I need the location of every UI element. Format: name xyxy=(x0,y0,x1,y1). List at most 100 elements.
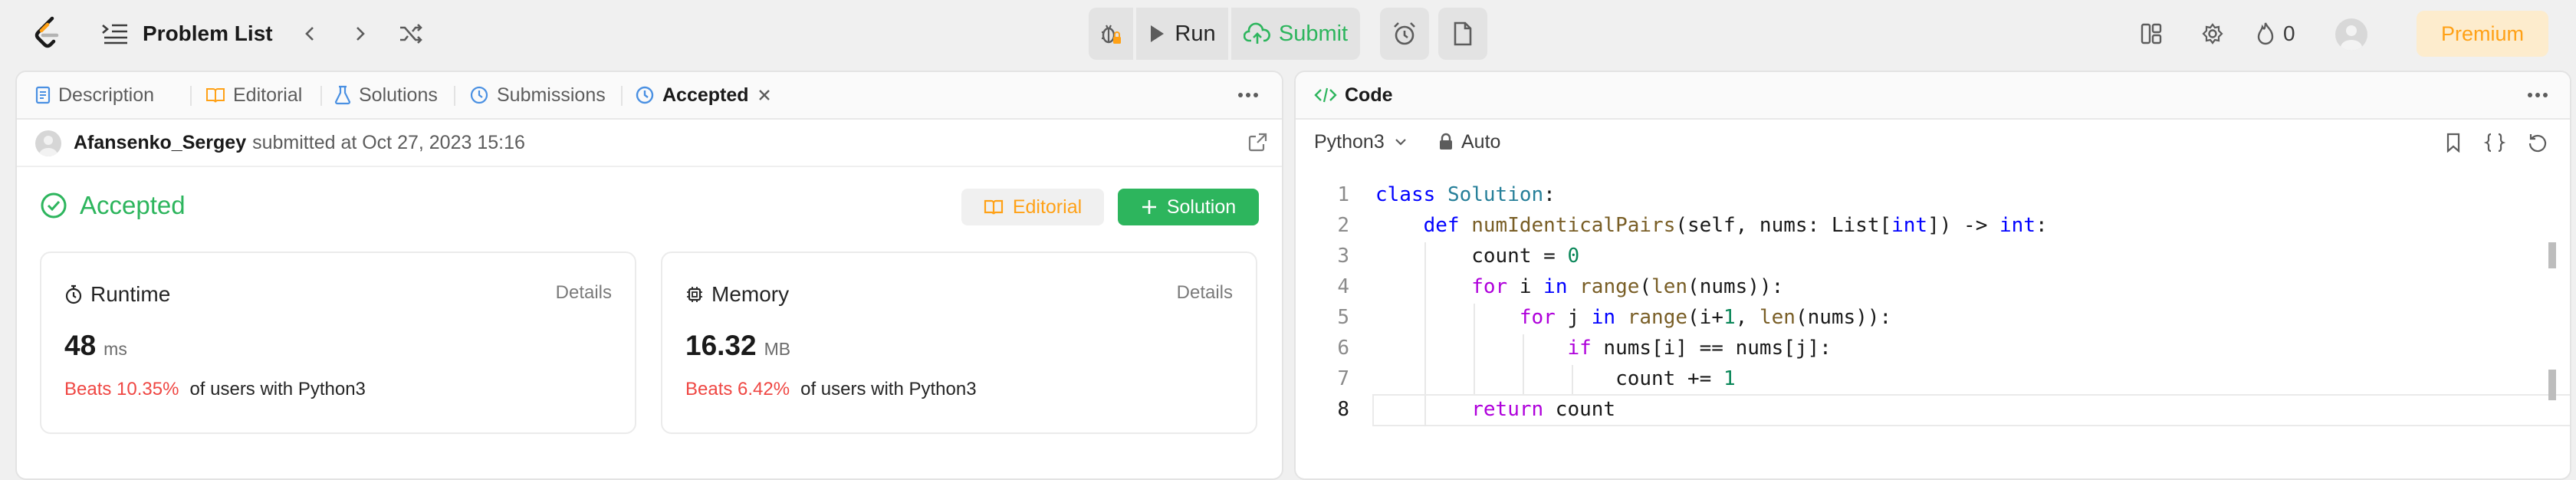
flask-icon xyxy=(334,85,351,105)
user-icon xyxy=(39,136,58,156)
next-problem-button[interactable] xyxy=(343,17,377,51)
line-number: 4 xyxy=(1337,275,1349,298)
line-number: 1 xyxy=(1337,183,1349,206)
submission-meta: Afansenko_Sergey submitted at Oct 27, 20… xyxy=(74,120,525,166)
braces-icon xyxy=(2484,133,2505,153)
code-line-text: for i in range(len(nums)): xyxy=(1471,275,1784,298)
user-icon xyxy=(2341,25,2362,51)
runtime-beats: Beats 10.35% of users with Python3 xyxy=(64,379,366,400)
timer-button[interactable] xyxy=(1380,8,1429,60)
memory-title-label: Memory xyxy=(711,282,790,306)
editorial-button-label: Editorial xyxy=(1012,196,1083,218)
language-select[interactable]: Python3 xyxy=(1314,118,1408,166)
tab-submissions[interactable]: Submissions xyxy=(469,72,606,118)
stopwatch-icon xyxy=(65,284,82,304)
gear-icon xyxy=(2202,23,2223,44)
lock-icon xyxy=(1440,133,1452,150)
user-avatar[interactable] xyxy=(2335,18,2367,51)
chevron-left-icon xyxy=(305,27,314,41)
scrollbar-marker[interactable] xyxy=(2548,370,2556,400)
submitter-avatar[interactable] xyxy=(35,130,61,156)
chevron-down-icon xyxy=(1395,139,1406,146)
random-problem-button[interactable] xyxy=(394,17,428,51)
accepted-clock-icon xyxy=(636,86,654,104)
history-icon xyxy=(470,86,488,104)
left-tab-bar: Description Editorial Solutions Submissi… xyxy=(17,72,1282,120)
tab-accepted[interactable]: Accepted xyxy=(635,72,772,118)
runtime-title: Runtime xyxy=(64,282,170,307)
bookmark-button[interactable] xyxy=(2441,130,2466,155)
fire-icon xyxy=(2257,22,2274,45)
editor-toolbar: Python3 Auto xyxy=(1296,118,2570,166)
code-line-text: for j in range(i+1, len(nums)): xyxy=(1519,306,1892,329)
prev-problem-button[interactable] xyxy=(293,17,327,51)
play-icon xyxy=(1151,25,1165,42)
code-line-text: def numIdenticalPairs(self, nums: List[i… xyxy=(1423,214,2048,237)
reset-code-button[interactable] xyxy=(2525,130,2550,155)
code-line: 2 def numIdenticalPairs(self, nums: List… xyxy=(1296,210,2522,241)
submit-label: Submit xyxy=(1278,21,1349,46)
memory-card[interactable]: Memory Details 16.32 MB Beats 6.42% of u… xyxy=(661,252,1257,434)
scrollbar-marker[interactable] xyxy=(2548,242,2556,268)
reset-icon xyxy=(2528,134,2547,153)
leetcode-logo-icon[interactable] xyxy=(31,15,66,51)
shuffle-icon xyxy=(400,24,422,44)
premium-button[interactable]: Premium xyxy=(2417,11,2548,57)
settings-button[interactable] xyxy=(2197,18,2228,49)
autocomplete-mode[interactable]: Auto xyxy=(1438,118,1500,166)
status-label: Accepted xyxy=(80,191,186,219)
runtime-beats-percent: Beats 10.35% xyxy=(64,379,179,399)
close-icon[interactable] xyxy=(757,87,772,103)
solution-button[interactable]: Solution xyxy=(1118,189,1259,225)
cloud-upload-icon xyxy=(1243,22,1270,44)
submitter-username[interactable]: Afansenko_Sergey xyxy=(74,132,246,154)
submission-panel: Description Editorial Solutions Submissi… xyxy=(15,71,1283,480)
tab-code[interactable]: Code xyxy=(1314,72,1393,118)
tab-submissions-label: Submissions xyxy=(497,84,606,106)
code-line: 4 for i in range(len(nums)): xyxy=(1296,271,2522,304)
tab-solutions-label: Solutions xyxy=(359,84,438,106)
code-icon xyxy=(1314,87,1337,103)
language-label: Python3 xyxy=(1314,130,1385,153)
editorial-button[interactable]: Editorial xyxy=(961,189,1104,225)
tab-solutions[interactable]: Solutions xyxy=(334,72,438,118)
line-number: 7 xyxy=(1337,367,1349,390)
code-line-text: count = 0 xyxy=(1375,245,1580,268)
code-line-current: 8 return count xyxy=(1296,394,2570,426)
memory-title: Memory xyxy=(685,282,789,307)
line-number: 5 xyxy=(1337,306,1349,329)
memory-beats-suffix: of users with Python3 xyxy=(800,379,977,399)
line-number: 8 xyxy=(1337,398,1349,421)
notes-button[interactable] xyxy=(1438,8,1487,60)
runtime-card[interactable]: Runtime Details 48 ms Beats 10.35% of us… xyxy=(40,252,636,434)
check-circle-icon xyxy=(41,192,67,219)
top-bar: Problem List Run Submit 0 Premium xyxy=(0,0,2576,67)
tab-divider xyxy=(621,86,623,106)
layout-button[interactable] xyxy=(2136,18,2167,49)
chevron-right-icon xyxy=(356,27,365,41)
line-number: 3 xyxy=(1337,245,1349,268)
code-line-text: class Solution: xyxy=(1375,183,1556,206)
plus-icon xyxy=(1142,200,1156,214)
tab-divider xyxy=(454,86,455,106)
document-icon xyxy=(1454,21,1472,46)
tab-editorial-label: Editorial xyxy=(233,84,303,106)
run-button[interactable]: Run xyxy=(1136,8,1228,60)
tab-description[interactable]: Description xyxy=(35,72,154,118)
submit-button[interactable]: Submit xyxy=(1231,8,1360,60)
runtime-details-link[interactable]: Details xyxy=(556,282,612,304)
format-code-button[interactable] xyxy=(2482,130,2507,155)
share-button[interactable] xyxy=(1248,132,1268,152)
more-options-button[interactable] xyxy=(1234,83,1262,107)
tab-editorial[interactable]: Editorial xyxy=(205,72,302,118)
code-line-text: return count xyxy=(1471,398,1616,421)
memory-beats: Beats 6.42% of users with Python3 xyxy=(685,379,977,400)
book-icon xyxy=(206,88,225,103)
code-more-options-button[interactable] xyxy=(2524,83,2551,107)
memory-details-link[interactable]: Details xyxy=(1177,282,1233,304)
code-tab-bar: Code xyxy=(1296,72,2570,120)
streak-counter[interactable]: 0 xyxy=(2256,17,2295,51)
debug-button[interactable] xyxy=(1089,8,1133,60)
problem-list-button[interactable]: Problem List xyxy=(101,14,273,54)
line-number: 6 xyxy=(1337,337,1349,360)
